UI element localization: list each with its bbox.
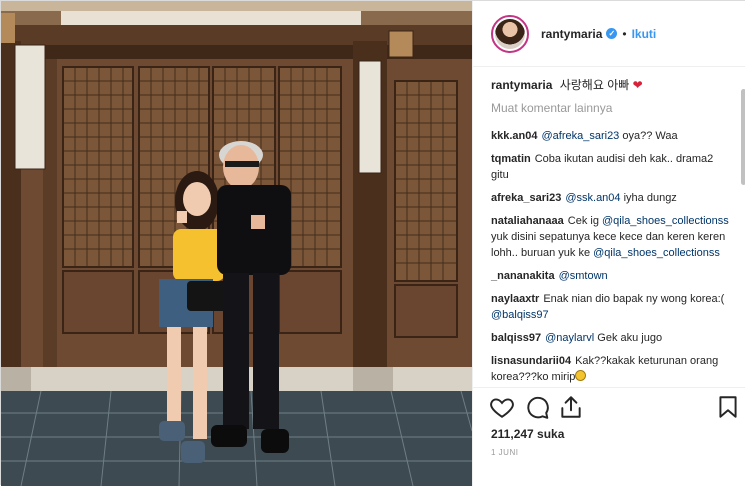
comment-text: iyha dungz — [620, 192, 677, 204]
comment-mention-link[interactable]: @balqiss97 — [491, 309, 549, 321]
comment-username[interactable]: afreka_sari23 — [491, 192, 561, 204]
comment-username[interactable]: nataliahanaaa — [491, 215, 564, 227]
comment-username[interactable]: balqiss97 — [491, 332, 541, 344]
save-bookmark-icon[interactable] — [715, 394, 741, 420]
comment-text: oya?? Waa — [619, 130, 678, 142]
heart-emoji-icon: ❤ — [632, 78, 643, 92]
comment-item: kkk.an04 @afreka_sari23 oya?? Waa — [491, 128, 733, 144]
comment-username[interactable]: naylaaxtr — [491, 293, 539, 305]
post-date[interactable]: 1 JUNI — [491, 448, 518, 457]
comment-mention-link[interactable]: @naylarvl — [545, 332, 594, 344]
comment-username[interactable]: lisnasundarii04 — [491, 355, 571, 367]
comment-text: Enak nian dio bapak ny wong korea:( — [543, 293, 725, 305]
author-username[interactable]: rantymaria — [541, 27, 602, 41]
comment-text: Gek aku jugo — [594, 332, 663, 344]
comment-username[interactable]: _nananakita — [491, 270, 555, 282]
caption-text: 사랑해요 아빠 — [559, 78, 630, 92]
load-more-comments[interactable]: Muat komentar lainnya — [491, 101, 733, 115]
post-caption: rantymaria 사랑해요 아빠 ❤ — [491, 77, 733, 93]
comment-mention-link[interactable]: @smtown — [559, 270, 608, 282]
post-side-panel: rantymaria ✓ • Ikuti rantymaria 사랑해요 아빠 … — [472, 1, 745, 486]
post-photo[interactable] — [1, 1, 472, 486]
comment-item: tqmatin Coba ikutan audisi deh kak.. dram… — [491, 151, 733, 183]
comment-item: lisnasundarii04 Kak??kakak keturunan oran… — [491, 353, 733, 385]
comment-item: afreka_sari23 @ssk.an04 iyha dungz — [491, 190, 733, 206]
share-icon[interactable] — [558, 394, 584, 420]
comments-list[interactable]: rantymaria 사랑해요 아빠 ❤ Muat komentar lainn… — [473, 68, 743, 388]
comment-item: _nananakita @smtown — [491, 268, 733, 284]
comment-mention-link[interactable]: @qila_shoes_collectionss — [602, 215, 729, 227]
comment-item: nataliahanaaa Cek ig @qila_shoes_collecti… — [491, 213, 733, 261]
comment-item: naylaaxtr Enak nian dio bapak ny wong kor… — [491, 291, 733, 323]
action-bar: 211,247 suka 1 JUNI — [473, 387, 745, 486]
comment-text: Cek ig — [567, 215, 603, 227]
like-heart-icon[interactable] — [489, 394, 515, 420]
post-modal: rantymaria ✓ • Ikuti rantymaria 사랑해요 아빠 … — [0, 0, 745, 486]
photo-illustration — [1, 1, 472, 486]
comment-mention-link[interactable]: @afreka_sari23 — [541, 130, 619, 142]
comment-username[interactable]: tqmatin — [491, 153, 531, 165]
comment-bubble-icon[interactable] — [524, 394, 550, 420]
avatar[interactable] — [491, 14, 529, 53]
comments-scrollbar[interactable] — [741, 89, 745, 185]
grin-emoji-icon — [575, 370, 587, 381]
verified-badge-icon: ✓ — [606, 28, 618, 39]
caption-username[interactable]: rantymaria — [491, 78, 552, 92]
comment-item: balqiss97 @naylarvl Gek aku jugo — [491, 330, 733, 346]
likes-count[interactable]: 211,247 suka — [491, 427, 564, 441]
comment-mention-link[interactable]: @ssk.an04 — [565, 192, 620, 204]
comment-mention-link[interactable]: @qila_shoes_collectionss — [593, 247, 720, 259]
follow-button[interactable]: Ikuti — [632, 27, 657, 41]
post-header: rantymaria ✓ • Ikuti — [473, 1, 745, 67]
comment-username[interactable]: kkk.an04 — [491, 130, 537, 142]
separator-dot: • — [622, 26, 627, 41]
comment-container: kkk.an04 @afreka_sari23 oya?? Waa tqmatin C… — [491, 128, 733, 388]
